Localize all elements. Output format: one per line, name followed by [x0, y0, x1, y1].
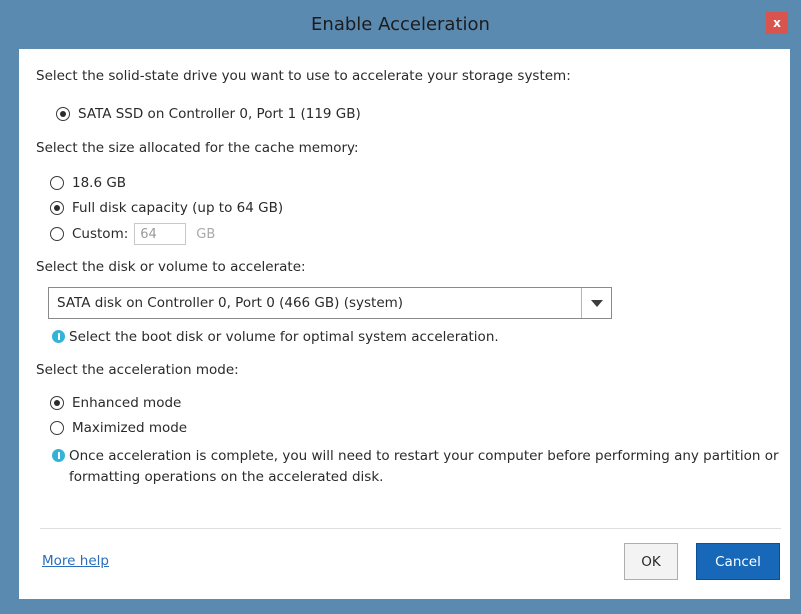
- radio-label: Enhanced mode: [72, 395, 182, 411]
- radio-label: SATA SSD on Controller 0, Port 1 (119 GB…: [78, 106, 361, 122]
- radio-label: 18.6 GB: [72, 175, 127, 191]
- custom-size-unit: GB: [196, 226, 216, 242]
- disk-info-note: Select the boot disk or volume for optim…: [52, 327, 499, 348]
- ok-button[interactable]: OK: [624, 543, 678, 580]
- cache-size-prompt: Select the size allocated for the cache …: [36, 140, 359, 156]
- dialog-content: [19, 49, 790, 599]
- disk-info-text: Select the boot disk or volume for optim…: [69, 329, 499, 345]
- close-icon: x: [773, 16, 781, 30]
- mode-prompt: Select the acceleration mode:: [36, 362, 239, 378]
- radio-cache-custom[interactable]: Custom: GB: [50, 222, 215, 246]
- disk-select-dropdown[interactable]: SATA disk on Controller 0, Port 0 (466 G…: [48, 287, 612, 319]
- disk-select-value: SATA disk on Controller 0, Port 0 (466 G…: [57, 295, 404, 311]
- radio-label: Maximized mode: [72, 420, 188, 436]
- radio-label: Custom:: [72, 226, 129, 242]
- chevron-down-icon[interactable]: [581, 288, 611, 318]
- radio-button-icon[interactable]: [50, 176, 64, 190]
- window-title: Enable Acceleration: [311, 14, 490, 35]
- radio-button-icon[interactable]: [56, 107, 70, 121]
- footer-divider: [40, 528, 781, 529]
- info-icon: [52, 330, 65, 343]
- cancel-button[interactable]: Cancel: [696, 543, 780, 580]
- radio-cache-full-disk[interactable]: Full disk capacity (up to 64 GB): [50, 198, 283, 218]
- mode-info-note: Once acceleration is complete, you will …: [52, 446, 779, 488]
- radio-ssd-port1[interactable]: SATA SSD on Controller 0, Port 1 (119 GB…: [56, 104, 361, 124]
- radio-button-icon[interactable]: [50, 227, 64, 241]
- custom-size-input[interactable]: [134, 223, 187, 245]
- radio-label: Full disk capacity (up to 64 GB): [72, 200, 284, 216]
- mode-info-line-2: formatting operations on the accelerated…: [69, 469, 384, 485]
- ssd-prompt: Select the solid-state drive you want to…: [36, 68, 571, 84]
- close-button[interactable]: x: [766, 12, 788, 34]
- enable-acceleration-dialog: Enable Acceleration x Select the solid-s…: [0, 0, 801, 614]
- radio-button-icon[interactable]: [50, 421, 64, 435]
- radio-cache-18-6gb[interactable]: 18.6 GB: [50, 173, 126, 193]
- info-icon: [52, 449, 65, 462]
- more-help-link[interactable]: More help: [42, 553, 109, 569]
- radio-maximized-mode[interactable]: Maximized mode: [50, 418, 187, 438]
- radio-button-icon[interactable]: [50, 396, 64, 410]
- radio-button-icon[interactable]: [50, 201, 64, 215]
- mode-info-line-1: Once acceleration is complete, you will …: [69, 448, 779, 464]
- title-bar[interactable]: Enable Acceleration x: [0, 0, 801, 50]
- radio-enhanced-mode[interactable]: Enhanced mode: [50, 393, 181, 413]
- mode-info-text: Once acceleration is complete, you will …: [69, 446, 779, 488]
- disk-prompt: Select the disk or volume to accelerate:: [36, 259, 306, 275]
